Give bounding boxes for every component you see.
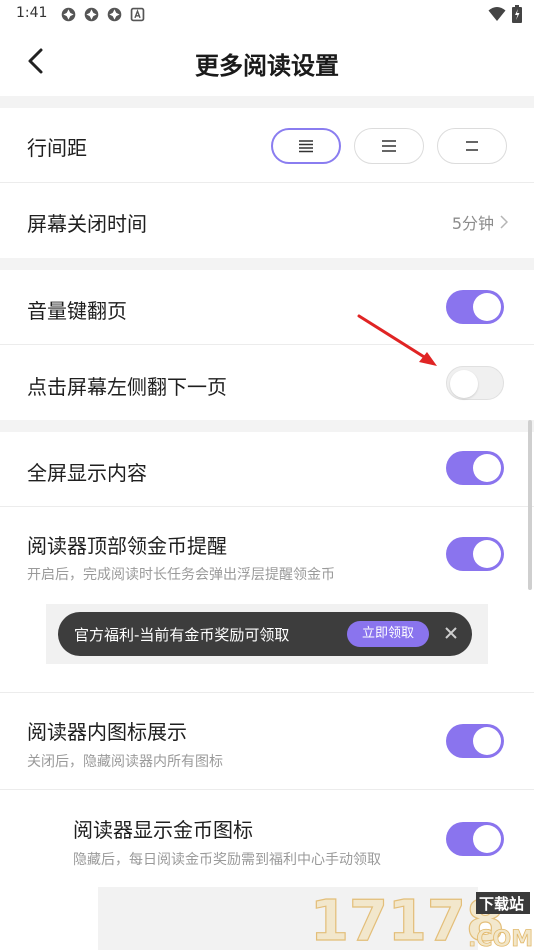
screen-off-row[interactable]: 屏幕关闭时间 5分钟 <box>0 183 534 258</box>
section-divider <box>0 420 534 432</box>
toggle-knob <box>473 825 501 853</box>
toggle-knob <box>473 540 501 568</box>
loose-lines-icon <box>466 141 478 151</box>
watermark-tag: 下载站 <box>479 895 524 913</box>
chevron-right-icon <box>500 215 508 229</box>
reader-icons-row: 阅读器内图标展示 关闭后，隐藏阅读器内所有图标 <box>0 694 534 790</box>
row-separator <box>0 692 534 693</box>
section-divider <box>0 258 534 270</box>
status-time: 1:41 <box>16 5 48 21</box>
app-notification-icon <box>107 7 122 22</box>
fullscreen-toggle[interactable] <box>446 451 504 485</box>
gold-icon-description: 隐藏后，每日阅读金币奖励需到福利中心手动领取 <box>73 852 381 868</box>
reader-icons-toggle[interactable] <box>446 724 504 758</box>
normal-lines-icon <box>382 140 396 152</box>
notification-icons <box>60 6 146 23</box>
scrollbar[interactable] <box>528 420 532 590</box>
volume-page-toggle[interactable] <box>446 290 504 324</box>
screen-off-value: 5分钟 <box>452 210 508 234</box>
watermark-domain: .COM <box>468 927 532 950</box>
promo-text: 官方福利-当前有金币奖励可领取 <box>74 626 290 644</box>
app-notification-icon <box>61 7 76 22</box>
wifi-icon <box>488 7 506 21</box>
toggle-knob <box>473 454 501 482</box>
battery-charging-icon <box>512 5 522 23</box>
system-icons <box>488 5 522 23</box>
tap-left-toggle[interactable] <box>446 366 504 400</box>
fullscreen-label: 全屏显示内容 <box>27 461 147 485</box>
gold-reminder-description: 开启后，完成阅读时长任务会弹出浮层提醒领金币 <box>27 567 335 583</box>
tap-left-label: 点击屏幕左侧翻下一页 <box>27 375 227 399</box>
section-divider <box>0 96 534 108</box>
spacing-loose-button[interactable] <box>437 128 507 164</box>
line-spacing-label: 行间距 <box>27 136 87 160</box>
toggle-knob <box>473 727 501 755</box>
promo-banner: 官方福利-当前有金币奖励可领取 立即领取 <box>58 612 472 656</box>
close-icon[interactable] <box>441 623 461 643</box>
claim-now-button[interactable]: 立即领取 <box>347 621 429 647</box>
reader-icons-description: 关闭后，隐藏阅读器内所有图标 <box>27 754 223 770</box>
app-notification-icon <box>84 7 99 22</box>
gold-icon-label: 阅读器显示金币图标 <box>73 818 253 842</box>
gold-reminder-row: 阅读器顶部领金币提醒 开启后，完成阅读时长任务会弹出浮层提醒领金币 <box>0 507 534 693</box>
screen-off-duration: 5分钟 <box>451 214 494 233</box>
volume-page-label: 音量键翻页 <box>27 299 127 323</box>
gold-reminder-label: 阅读器顶部领金币提醒 <box>27 534 227 558</box>
tap-left-row: 点击屏幕左侧翻下一页 <box>0 345 534 420</box>
gold-reminder-toggle[interactable] <box>446 537 504 571</box>
volume-page-row: 音量键翻页 <box>0 270 534 345</box>
screen-off-label: 屏幕关闭时间 <box>27 212 147 236</box>
compact-lines-icon <box>299 140 313 153</box>
promo-preview: 官方福利-当前有金币奖励可领取 立即领取 <box>46 604 488 664</box>
gold-icon-row: 阅读器显示金币图标 隐藏后，每日阅读金币奖励需到福利中心手动领取 <box>0 790 534 886</box>
page-title: 更多阅读设置 <box>195 52 339 80</box>
spacing-normal-button[interactable] <box>354 128 424 164</box>
reader-icons-label: 阅读器内图标展示 <box>27 720 187 744</box>
a-letter-icon <box>130 7 145 22</box>
gold-icon-toggle[interactable] <box>446 822 504 856</box>
site-watermark: 17178 下载站 .COM <box>309 888 532 950</box>
status-bar: 1:41 <box>0 0 534 28</box>
fullscreen-row: 全屏显示内容 <box>0 432 534 507</box>
spacing-compact-button[interactable] <box>271 128 341 164</box>
toggle-knob <box>450 370 478 398</box>
line-spacing-row: 行间距 <box>0 108 534 183</box>
toggle-knob <box>473 293 501 321</box>
navigation-bar: 更多阅读设置 <box>0 28 534 96</box>
